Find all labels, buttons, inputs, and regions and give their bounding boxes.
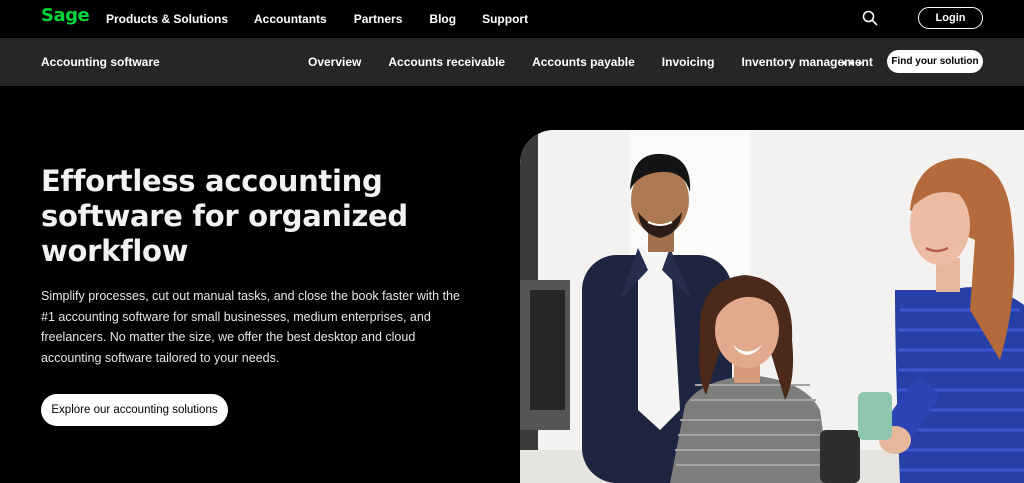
- explore-solutions-button[interactable]: Explore our accounting solutions: [41, 394, 228, 426]
- login-button[interactable]: Login: [918, 7, 983, 29]
- hero-description: Simplify processes, cut out manual tasks…: [41, 286, 481, 368]
- hero-description-line: #1 accounting software for small busines…: [41, 309, 431, 324]
- subnav-link-overview[interactable]: Overview: [308, 55, 361, 69]
- find-your-solution-button[interactable]: Find your solution: [887, 50, 983, 73]
- nav-link-support[interactable]: Support: [482, 12, 528, 26]
- subnav-links: Overview Accounts receivable Accounts pa…: [308, 55, 873, 69]
- subnav-link-accounts-payable[interactable]: Accounts payable: [532, 55, 635, 69]
- hero-photo: [520, 130, 1024, 483]
- hero-description-line: Simplify processes, cut out manual tasks…: [41, 289, 460, 303]
- nav-link-accountants[interactable]: Accountants: [254, 12, 327, 26]
- hero-description-line: accounting software tailored to your nee…: [41, 350, 280, 365]
- nav-link-products-solutions[interactable]: Products & Solutions: [106, 12, 228, 26]
- search-icon[interactable]: [862, 10, 878, 26]
- hero-title-line: workflow: [41, 234, 189, 268]
- more-horizontal-icon[interactable]: [842, 61, 862, 65]
- hero-title-line: Effortless accounting: [41, 164, 383, 198]
- subnav-link-invoicing[interactable]: Invoicing: [662, 55, 715, 69]
- subnav-link-accounts-receivable[interactable]: Accounts receivable: [388, 55, 505, 69]
- sub-navigation: Accounting software Overview Accounts re…: [0, 38, 1024, 86]
- nav-link-partners[interactable]: Partners: [354, 12, 403, 26]
- hero-title: Effortless accounting software for organ…: [41, 164, 481, 269]
- nav-link-blog[interactable]: Blog: [429, 12, 456, 26]
- primary-nav-links: Products & Solutions Accountants Partner…: [106, 12, 528, 26]
- hero-description-line: freelancers. No matter the size, we offe…: [41, 330, 416, 344]
- top-navigation: Sage Products & Solutions Accountants Pa…: [0, 0, 1024, 38]
- sage-logo[interactable]: Sage: [41, 5, 90, 26]
- hero-title-line: software for organized: [41, 199, 408, 233]
- subnav-title[interactable]: Accounting software: [41, 55, 160, 69]
